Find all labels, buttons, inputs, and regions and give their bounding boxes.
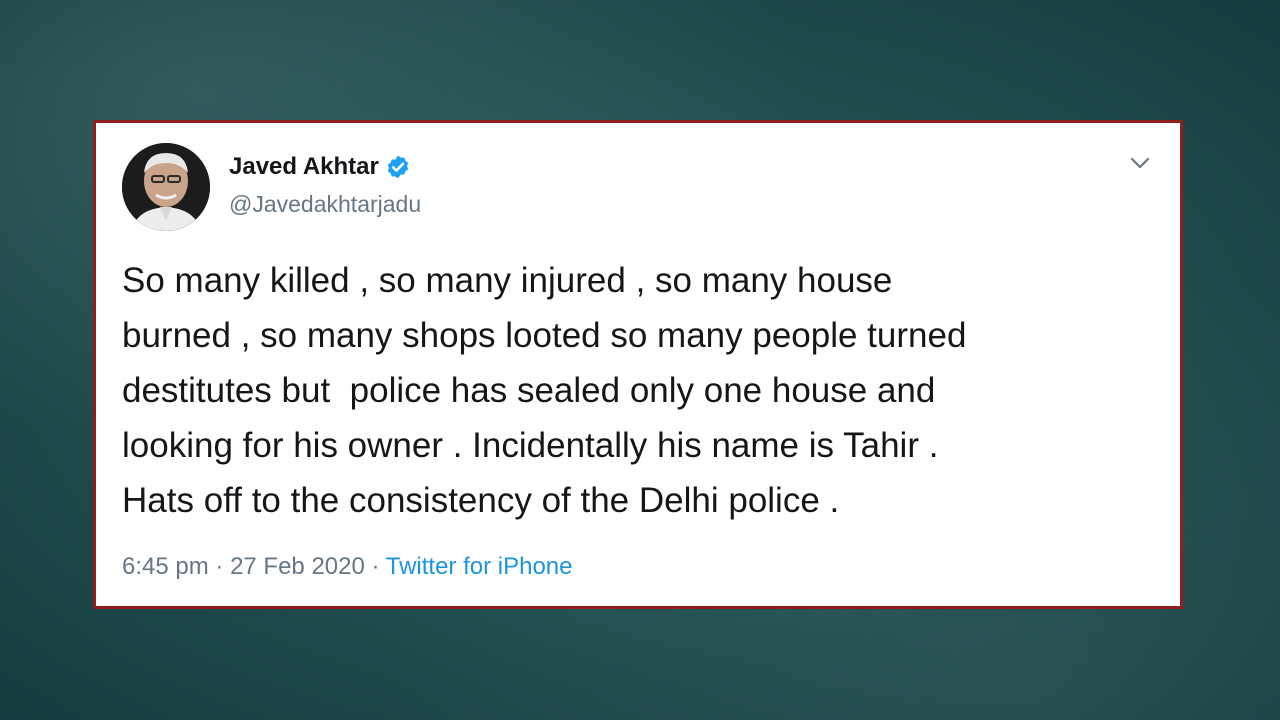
meta-separator: · bbox=[371, 553, 380, 580]
avatar[interactable] bbox=[122, 143, 210, 231]
more-options-button[interactable] bbox=[1126, 149, 1154, 177]
tweet-metadata: 6:45 pm · 27 Feb 2020 · Twitter for iPho… bbox=[122, 553, 573, 581]
tweet-card: Javed Akhtar @Javedakhtarjadu So many ki… bbox=[93, 120, 1183, 609]
meta-separator: · bbox=[215, 553, 224, 580]
author-name-text: Javed Akhtar bbox=[229, 153, 379, 180]
tweet-text-line: So many killed , so many injured , so ma… bbox=[122, 261, 893, 300]
tweet-text-line: burned , so many shops looted so many pe… bbox=[122, 316, 967, 355]
verified-badge-icon bbox=[385, 154, 411, 180]
tweet-text-line: destitutes but police has sealed only on… bbox=[122, 371, 936, 410]
tweet-text: So many killed , so many injured , so ma… bbox=[122, 253, 1162, 528]
profile-photo bbox=[122, 143, 210, 231]
author-handle[interactable]: @Javedakhtarjadu bbox=[229, 191, 421, 218]
tweet-time[interactable]: 6:45 pm bbox=[122, 553, 209, 580]
tweet-source-link[interactable]: Twitter for iPhone bbox=[386, 553, 573, 580]
tweet-text-line: Hats off to the consistency of the Delhi… bbox=[122, 481, 840, 520]
tweet-date[interactable]: 27 Feb 2020 bbox=[230, 553, 365, 580]
chevron-down-icon bbox=[1130, 157, 1150, 169]
tweet-text-line: looking for his owner . Incidentally his… bbox=[122, 426, 939, 465]
author-name[interactable]: Javed Akhtar bbox=[229, 153, 411, 181]
